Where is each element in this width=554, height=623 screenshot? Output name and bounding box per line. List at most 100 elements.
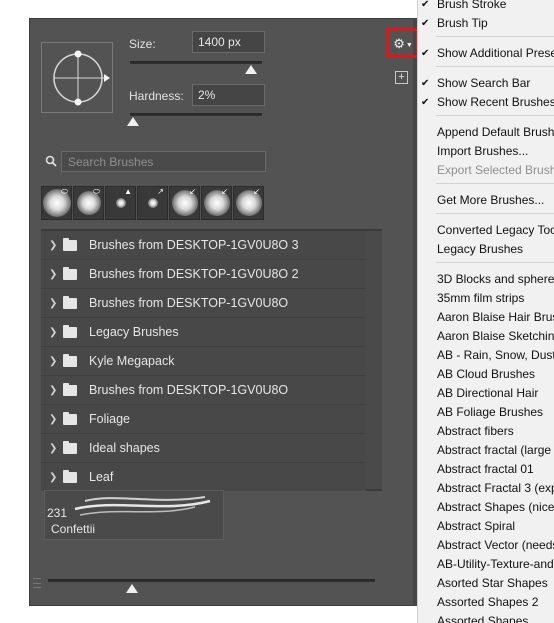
menu-item[interactable]: Assorted Shapes 2 bbox=[418, 593, 554, 612]
menu-item[interactable]: Abstract Shapes (nice) bbox=[418, 498, 554, 517]
menu-item[interactable]: Assorted Shapes bbox=[418, 612, 554, 623]
brush-group-name: Leaf bbox=[89, 470, 114, 484]
menu-item[interactable]: AB Cloud Brushes bbox=[418, 365, 554, 384]
recent-brush[interactable]: ⬭ bbox=[73, 186, 104, 220]
menu-item[interactable]: Abstract fractal 01 bbox=[418, 460, 554, 479]
preview-size-slider-thumb[interactable] bbox=[126, 584, 138, 593]
menu-item[interactable]: Abstract Fractal 3 (exp bbox=[418, 479, 554, 498]
tool-tag-icon: ⬭ bbox=[61, 187, 68, 196]
chevron-right-icon[interactable]: ❯ bbox=[49, 443, 59, 454]
recent-brush[interactable]: ↗ bbox=[137, 186, 168, 220]
menu-item-label: Abstract fractal (large c bbox=[437, 443, 554, 457]
recent-brush[interactable]: ⬭ bbox=[41, 186, 72, 220]
menu-item[interactable]: Append Default Brushe bbox=[418, 123, 554, 142]
new-group-button[interactable]: + bbox=[395, 71, 408, 84]
menu-item-label: AB Foliage Brushes bbox=[437, 405, 544, 419]
brush-group-name: Ideal shapes bbox=[89, 441, 160, 455]
menu-item[interactable]: Import Brushes... bbox=[418, 142, 554, 161]
menu-separator bbox=[436, 183, 554, 184]
resize-grip[interactable] bbox=[33, 578, 41, 588]
chevron-right-icon[interactable]: ❯ bbox=[49, 414, 59, 425]
menu-item-label: Brush Tip bbox=[437, 16, 488, 30]
chevron-right-icon[interactable]: ❯ bbox=[49, 240, 59, 251]
checkmark-icon: ✔ bbox=[421, 48, 430, 59]
plus-icon: + bbox=[398, 71, 405, 83]
gear-icon: ⚙ bbox=[393, 35, 405, 51]
menu-item-label: Assorted Shapes bbox=[437, 614, 529, 623]
brush-tip-icon bbox=[147, 198, 158, 208]
menu-separator bbox=[436, 36, 554, 37]
search-icon bbox=[45, 155, 57, 167]
hardness-field[interactable]: 2% bbox=[192, 84, 265, 106]
panel-menu-button[interactable]: ⚙ ▼ bbox=[387, 28, 419, 58]
brush-angle-preview[interactable] bbox=[41, 42, 113, 113]
size-field[interactable]: 1400 px bbox=[192, 31, 265, 53]
recent-brush[interactable]: ↙ bbox=[201, 186, 232, 220]
folder-icon bbox=[63, 266, 77, 280]
menu-item[interactable]: Abstract Vector (needs bbox=[418, 536, 554, 555]
hardness-slider-track[interactable] bbox=[130, 113, 262, 116]
menu-item[interactable]: AB - Rain, Snow, Dust, bbox=[418, 346, 554, 365]
menu-item-label: Legacy Brushes bbox=[437, 242, 524, 256]
folder-icon bbox=[63, 382, 77, 396]
menu-item[interactable]: Abstract fibers bbox=[418, 422, 554, 441]
brush-group-row[interactable]: ❯ Brushes from DESKTOP-1GV0U8O 2 bbox=[41, 260, 366, 289]
preview-size-slider-track[interactable] bbox=[48, 579, 375, 582]
size-slider-track[interactable] bbox=[130, 61, 262, 64]
search-brushes-input[interactable] bbox=[61, 151, 266, 172]
menu-item[interactable]: ✔ Brush Tip bbox=[418, 14, 554, 33]
menu-item[interactable]: ✔ Show Search Bar bbox=[418, 74, 554, 93]
menu-item[interactable]: Get More Brushes... bbox=[418, 191, 554, 210]
chevron-right-icon[interactable]: ❯ bbox=[49, 298, 59, 309]
menu-item[interactable]: Converted Legacy Too bbox=[418, 221, 554, 240]
menu-item[interactable]: Legacy Brushes bbox=[418, 240, 554, 259]
menu-item-label: Brush Stroke bbox=[437, 0, 507, 11]
menu-item-label: AB - Rain, Snow, Dust, bbox=[437, 348, 554, 362]
chevron-right-icon[interactable]: ❯ bbox=[49, 269, 59, 280]
folder-icon bbox=[63, 411, 77, 425]
brush-group-row[interactable]: ❯ Brushes from DESKTOP-1GV0U8O bbox=[41, 376, 366, 405]
menu-item-label: 35mm film strips bbox=[437, 291, 525, 305]
brush-group-row[interactable]: ❯ Ideal shapes bbox=[41, 434, 366, 463]
brush-group-row[interactable]: ❯ Brushes from DESKTOP-1GV0U8O 3 bbox=[41, 231, 366, 260]
menu-item[interactable]: AB Directional Hair bbox=[418, 384, 554, 403]
menu-item[interactable]: AB-Utility-Texture-and bbox=[418, 555, 554, 574]
tool-tag-icon: ↙ bbox=[253, 187, 260, 196]
list-scrollbar[interactable] bbox=[366, 231, 382, 489]
menu-item-label: Show Search Bar bbox=[437, 76, 531, 90]
tool-tag-icon: ⬭ bbox=[93, 187, 100, 196]
folder-icon bbox=[63, 295, 77, 309]
menu-item[interactable]: 3D Blocks and spheres bbox=[418, 270, 554, 289]
chevron-right-icon[interactable]: ❯ bbox=[49, 472, 59, 483]
brush-group-name: Legacy Brushes bbox=[89, 325, 179, 339]
menu-item-label: Append Default Brushe bbox=[437, 125, 554, 139]
menu-item[interactable]: ✔ Show Recent Brushes bbox=[418, 93, 554, 112]
brush-group-row[interactable]: ❯ Foliage bbox=[41, 405, 366, 434]
brush-group-row[interactable]: ❯ Leaf bbox=[41, 463, 366, 491]
menu-item[interactable]: 35mm film strips bbox=[418, 289, 554, 308]
menu-item[interactable]: Aaron Blaise Sketching bbox=[418, 327, 554, 346]
chevron-right-icon[interactable]: ❯ bbox=[49, 327, 59, 338]
menu-item[interactable]: Asorted Star Shapes bbox=[418, 574, 554, 593]
menu-item[interactable]: Abstract Spiral bbox=[418, 517, 554, 536]
recent-brush[interactable]: ↙ bbox=[233, 186, 264, 220]
menu-item-label: Abstract fibers bbox=[437, 424, 514, 438]
brush-group-row[interactable]: ❯ Legacy Brushes bbox=[41, 318, 366, 347]
menu-item[interactable]: Abstract fractal (large c bbox=[418, 441, 554, 460]
brush-group-row[interactable]: ❯ Brushes from DESKTOP-1GV0U8O bbox=[41, 289, 366, 318]
menu-item[interactable]: ✔ Show Additional Prese bbox=[418, 44, 554, 63]
brush-group-name: Kyle Megapack bbox=[89, 354, 175, 368]
hardness-slider-thumb[interactable] bbox=[126, 117, 139, 126]
menu-item: Export Selected Brushe bbox=[418, 161, 554, 180]
menu-item[interactable]: AB Foliage Brushes bbox=[418, 403, 554, 422]
menu-item[interactable]: ✔ Brush Stroke bbox=[418, 0, 554, 14]
menu-item[interactable]: Aaron Blaise Hair Brus bbox=[418, 308, 554, 327]
menu-separator bbox=[436, 262, 554, 263]
size-slider-thumb[interactable] bbox=[245, 65, 258, 74]
recent-brush[interactable]: ↙ bbox=[169, 186, 200, 220]
brush-group-row[interactable]: ❯ Kyle Megapack bbox=[41, 347, 366, 376]
recent-brush[interactable]: ▲ bbox=[105, 186, 136, 220]
chevron-right-icon[interactable]: ❯ bbox=[49, 385, 59, 396]
chevron-right-icon[interactable]: ❯ bbox=[49, 356, 59, 367]
checkmark-icon: ✔ bbox=[421, 0, 430, 10]
